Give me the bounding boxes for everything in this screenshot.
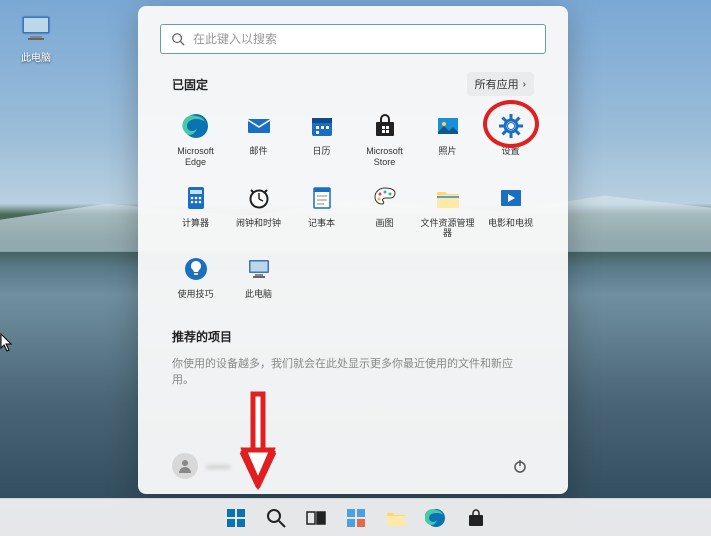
pinned-title: 已固定 [172,76,208,93]
app-tile-calendar[interactable]: 日历 [290,106,353,174]
app-label: 照片 [438,146,456,157]
recommended-section: 推荐的项目 你使用的设备越多，我们就会在此处显示更多你最近使用的文件和新应用。 [160,328,546,387]
edge-button[interactable] [419,503,453,533]
tips-icon [182,255,210,283]
explorer-button[interactable] [379,503,413,533]
all-apps-label: 所有应用 [475,76,519,92]
start-button[interactable] [219,503,253,533]
recommended-title: 推荐的项目 [172,328,534,345]
thispc-icon [245,255,273,283]
search-icon [171,32,185,46]
app-tile-tips[interactable]: 使用技巧 [164,249,227,306]
app-label: 闹钟和时钟 [236,218,281,229]
start-footer: —— [160,444,546,484]
app-label: 设置 [501,146,519,157]
search-input[interactable] [193,32,535,46]
app-label: 记事本 [308,218,335,229]
app-label: 使用技巧 [177,289,213,300]
calendar-icon [308,112,336,140]
app-tile-mail[interactable]: 邮件 [227,106,290,174]
app-tile-edge[interactable]: Microsoft Edge [164,106,227,174]
app-label: 此电脑 [245,289,272,300]
thispc-icon [18,10,54,46]
alarms-icon [245,184,273,212]
paint-icon [371,184,399,212]
photos-icon [434,112,462,140]
app-tile-store[interactable]: Microsoft Store [353,106,416,174]
app-tile-calculator[interactable]: 计算器 [164,178,227,246]
app-tile-settings[interactable]: 设置 [479,106,542,174]
movies-icon [497,184,525,212]
pinned-header: 已固定 所有应用 › [160,72,546,96]
search-button[interactable] [259,503,293,533]
user-name-label: —— [206,459,230,473]
app-label: Microsoft Store [356,146,414,168]
app-tile-explorer[interactable]: 文件资源管理器 [416,178,479,246]
user-avatar-icon [172,453,198,479]
taskview-button[interactable] [299,503,333,533]
app-label: Microsoft Edge [167,146,225,168]
app-tile-photos[interactable]: 照片 [416,106,479,174]
taskbar [0,498,711,536]
explorer-icon [434,184,462,212]
app-tile-movies[interactable]: 电影和电视 [479,178,542,246]
edge-icon [182,112,210,140]
all-apps-button[interactable]: 所有应用 › [467,72,534,96]
notepad-icon [308,184,336,212]
app-tile-notepad[interactable]: 记事本 [290,178,353,246]
app-tile-paint[interactable]: 画图 [353,178,416,246]
pinned-apps-grid: Microsoft Edge 邮件 日历 Microsoft Store 照片 设置计算器… [160,106,546,306]
recommended-hint: 你使用的设备越多，我们就会在此处显示更多你最近使用的文件和新应用。 [172,355,534,387]
mouse-cursor [0,333,14,353]
user-account-button[interactable]: —— [172,453,230,479]
start-menu: 已固定 所有应用 › Microsoft Edge 邮件 日历 Microsoft S… [138,6,568,494]
store-icon [371,112,399,140]
start-search-box[interactable] [160,24,546,54]
chevron-right-icon: › [523,79,526,90]
desktop-icon-label: 此电脑 [12,49,60,64]
desktop-background: 此电脑 已固定 所有应用 › Microsoft Edge邮件日历Microso… [0,0,711,536]
app-label: 电影和电视 [488,218,533,229]
app-label: 计算器 [182,218,209,229]
widgets-button[interactable] [339,503,373,533]
settings-icon [497,112,525,140]
power-button[interactable] [506,452,534,480]
app-tile-thispc[interactable]: 此电脑 [227,249,290,306]
calculator-icon [182,184,210,212]
mail-icon [245,112,273,140]
store-button[interactable] [459,503,493,533]
app-label: 文件资源管理器 [419,218,477,240]
app-label: 邮件 [249,146,267,157]
app-label: 画图 [375,218,393,229]
app-tile-alarms[interactable]: 闹钟和时钟 [227,178,290,246]
app-label: 日历 [312,146,330,157]
desktop-icon-thispc[interactable]: 此电脑 [12,10,60,64]
